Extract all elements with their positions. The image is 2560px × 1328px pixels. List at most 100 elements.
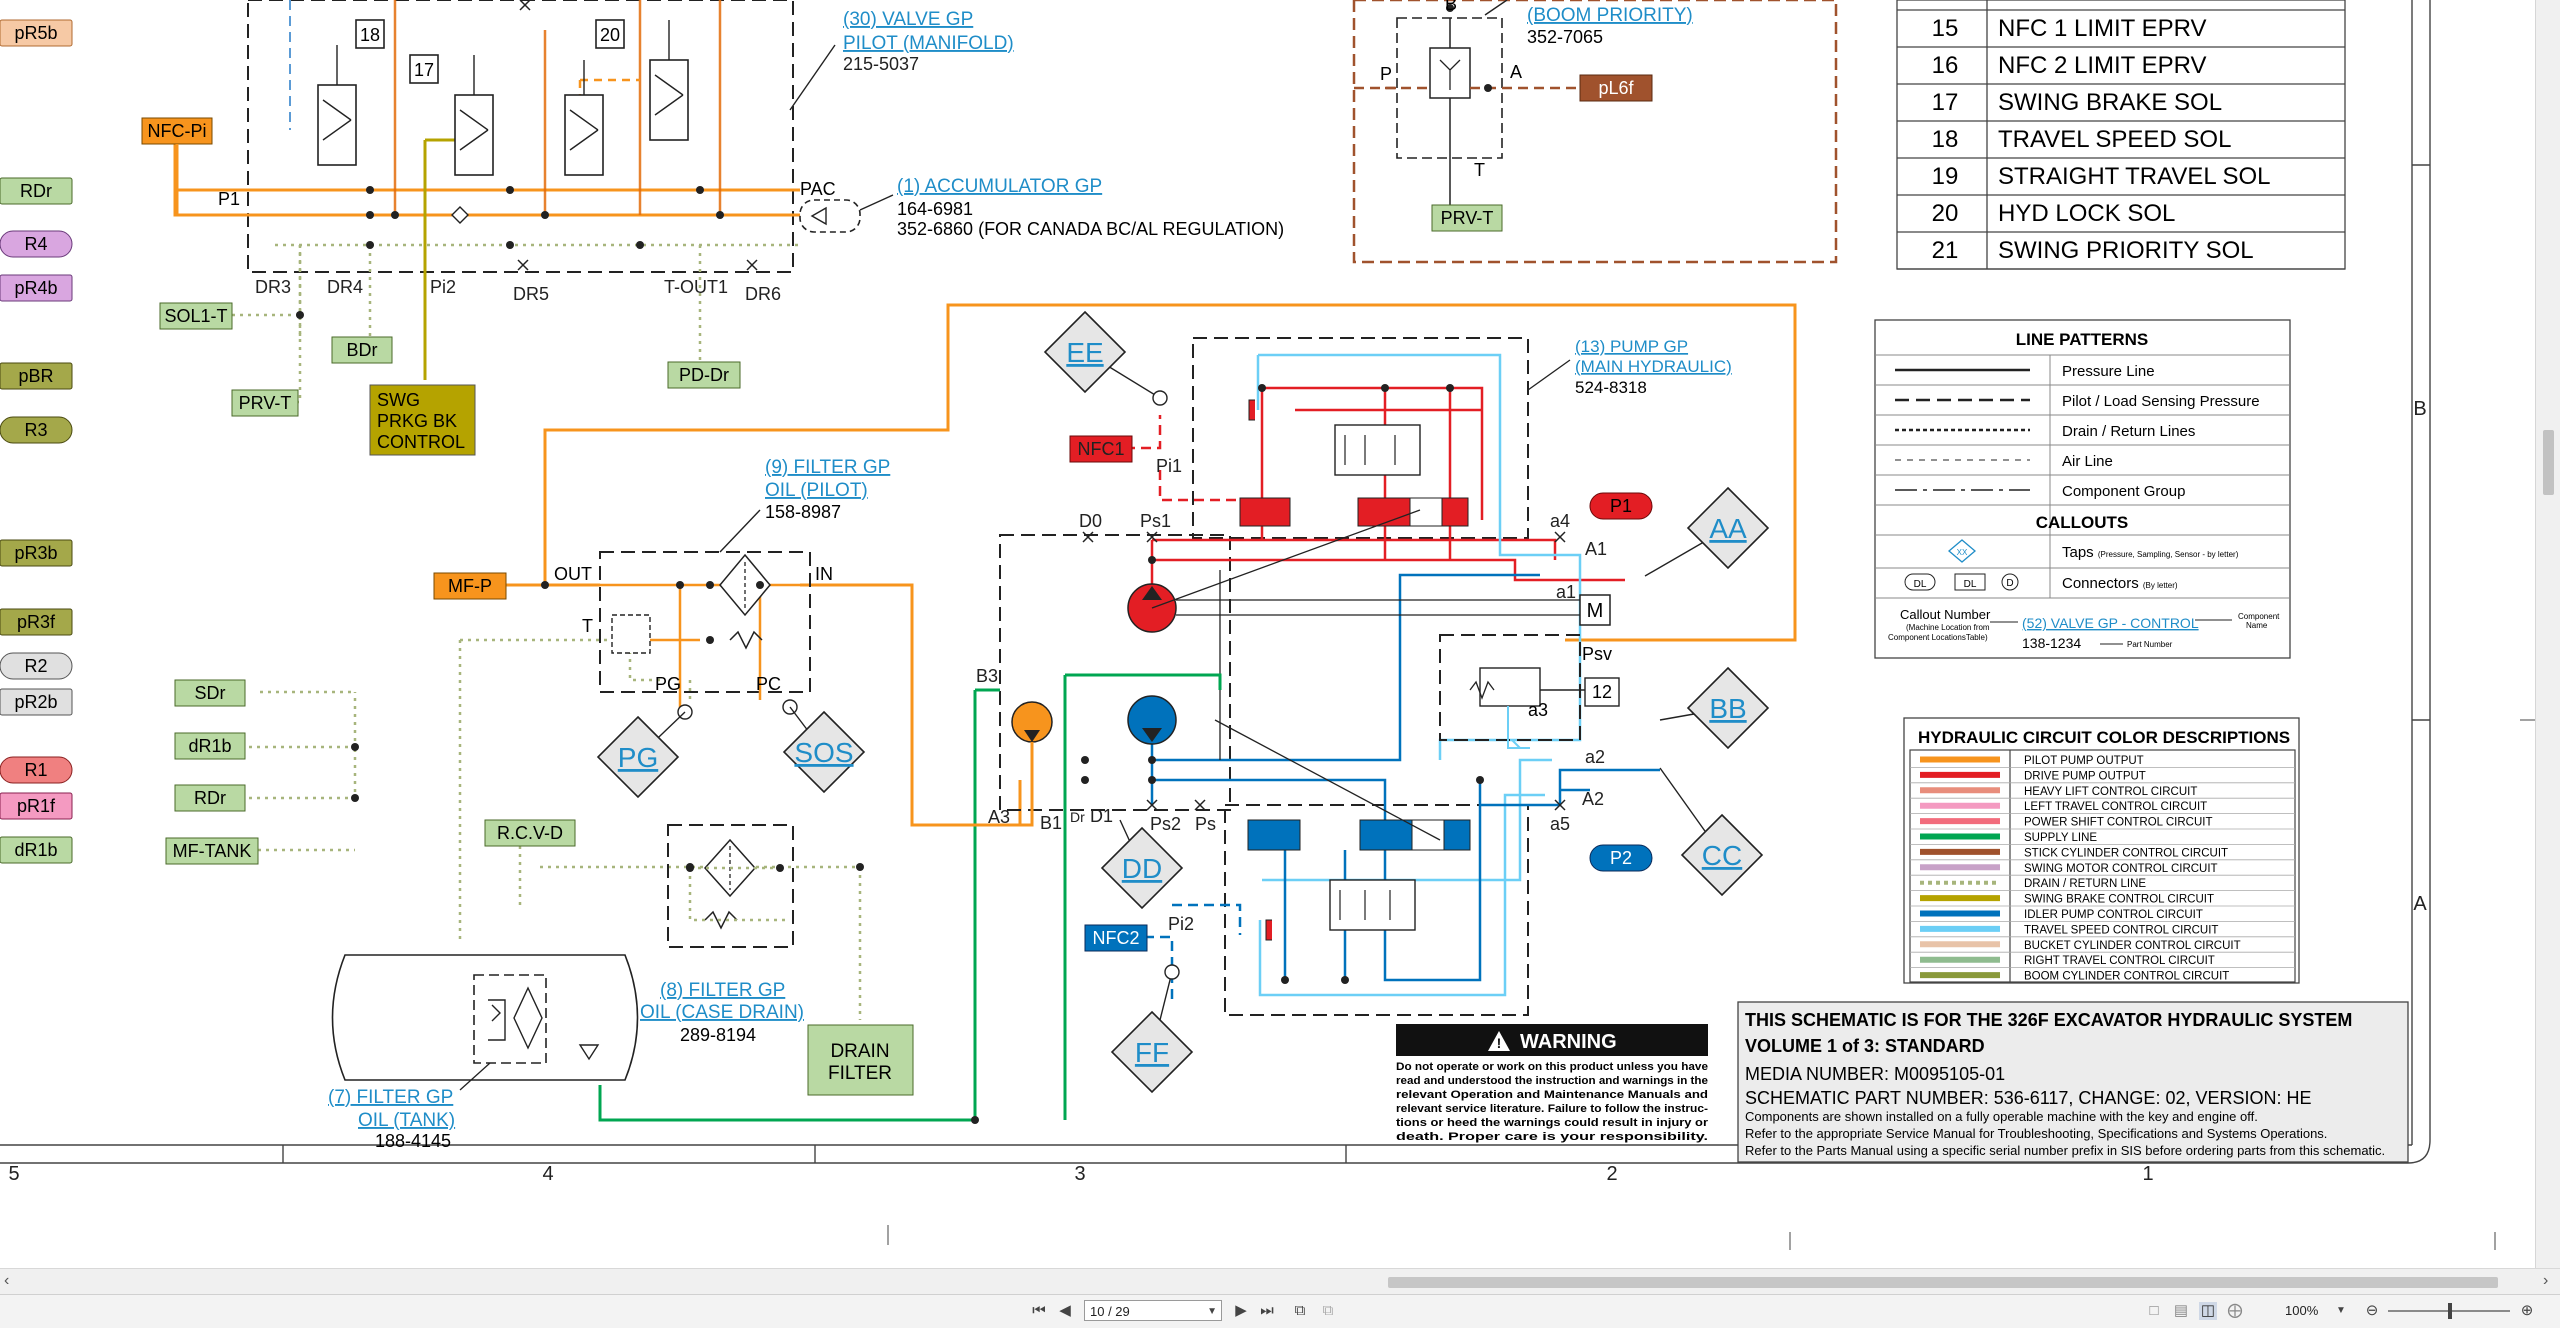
warning-line: Do not operate or work on this product u… — [1396, 1061, 1708, 1073]
pac-port-label: PAC — [800, 179, 836, 199]
swg-label-2: PRKG BK — [377, 411, 457, 431]
grid-col-4: 4 — [542, 1163, 553, 1185]
drain-filter-line-2: FILTER — [828, 1063, 892, 1084]
port-b3: B3 — [976, 666, 998, 686]
valve-pilot-link-2[interactable]: PILOT (MANIFOLD) — [843, 33, 1014, 54]
tap-label[interactable]: AA — [1709, 513, 1747, 544]
callout-sample-link[interactable]: (52) VALVE GP - CONTROL — [2022, 615, 2199, 631]
line-patterns-legend: LINE PATTERNS Pressure Line Pilot / Load… — [1874, 319, 2291, 659]
title-line-1: THIS SCHEMATIC IS FOR THE 326F EXCAVATOR… — [1745, 1010, 2352, 1030]
page-number-input[interactable]: 10 / 29 ▼ — [1084, 1300, 1222, 1321]
title-line-3: MEDIA NUMBER: M0095105-01 — [1745, 1064, 2005, 1084]
drain-tag-label: BDr — [347, 340, 378, 360]
tap-label[interactable]: SOS — [794, 737, 853, 768]
pump-link-2[interactable]: (MAIN HYDRAULIC) — [1575, 357, 1732, 376]
zoom-dropdown-icon[interactable]: ▼ — [2335, 1302, 2347, 1320]
tap-label[interactable]: CC — [1702, 840, 1742, 871]
horizontal-scroll-thumb[interactable] — [1388, 1277, 2498, 1288]
port-dr: Dr — [1070, 809, 1085, 825]
title-line-7: Refer to the Parts Manual using a specif… — [1745, 1143, 2385, 1158]
document-viewport[interactable]: 5 4 3 2 1 B A pR5b RDr R4 pR4b pBR R3 pR3b pR3f… — [0, 0, 2535, 1268]
pattern-component: Component Group — [2062, 483, 2185, 500]
boom-priority-link[interactable]: (BOOM PRIORITY) — [1527, 5, 1693, 26]
color-legend-label: SWING MOTOR CONTROL CIRCUIT — [2024, 863, 2218, 875]
tap-label[interactable]: FF — [1135, 1037, 1169, 1068]
pattern-air: Air Line — [2062, 453, 2113, 470]
port-pi2: Pi2 — [430, 277, 456, 297]
case-drain-filter-group — [667, 824, 794, 948]
port-ps1: Ps1 — [1140, 511, 1171, 531]
left-tag-label: R2 — [24, 656, 47, 676]
callout-taps-note: (Pressure, Sampling, Sensor - by letter) — [2098, 550, 2239, 559]
warning-block: ! WARNING Do not operate or work on this… — [1396, 1024, 1709, 1143]
callout-filter-case[interactable]: (8) FILTER GP OIL (CASE DRAIN) 289-8194 — [640, 980, 804, 1045]
title-line-2: VOLUME 1 of 3: STANDARD — [1745, 1036, 1985, 1056]
next-page-icon[interactable]: ▶ — [1232, 1302, 1250, 1320]
first-page-icon[interactable]: ⏮ — [1030, 1302, 1048, 1320]
single-page-view-icon[interactable]: □ — [2145, 1302, 2163, 1320]
filter-case-link-2[interactable]: OIL (CASE DRAIN) — [640, 1002, 804, 1023]
filter-in-label: IN — [815, 564, 833, 584]
sol-table-name: HYD LOCK SOL — [1998, 200, 2175, 227]
port-a3-small: a3 — [1528, 700, 1548, 720]
tag-nfc1-label: NFC1 — [1077, 439, 1124, 459]
callout-connectors-note: (By letter) — [2143, 581, 2178, 590]
scroll-left-arrow[interactable]: ‹ — [4, 1272, 9, 1290]
paste-page-icon[interactable]: ⧉ — [1318, 1302, 1338, 1320]
chevron-down-icon[interactable]: ▼ — [1207, 1301, 1217, 1322]
color-legend-label: POWER SHIFT CONTROL CIRCUIT — [2024, 817, 2212, 829]
color-legend-label: BOOM CYLINDER CONTROL CIRCUIT — [2024, 971, 2229, 983]
callout-valve-pilot[interactable]: (30) VALVE GP PILOT (MANIFOLD) 215-5037 — [789, 9, 1014, 111]
port-a1-small: a1 — [1556, 582, 1576, 602]
boom-priority-part: 352-7065 — [1527, 27, 1603, 47]
continuous-view-icon[interactable]: ▤ — [2172, 1302, 2190, 1320]
filter-tank-link-2[interactable]: OIL (TANK) — [358, 1110, 455, 1131]
valve-pilot-part: 215-5037 — [843, 54, 919, 74]
callout-accumulator[interactable]: (1) ACCUMULATOR GP 164-6981 352-6860 (FO… — [859, 176, 1284, 239]
zoom-slider-knob[interactable] — [2448, 1303, 2452, 1319]
accumulator-link[interactable]: (1) ACCUMULATOR GP — [897, 176, 1102, 197]
tap-label[interactable]: PG — [618, 742, 658, 773]
port-dr3: DR3 — [255, 277, 291, 297]
filter-pilot-link[interactable]: (9) FILTER GP — [765, 457, 890, 478]
left-tag-label: RDr — [20, 181, 52, 201]
filter-tank-link[interactable]: (7) FILTER GP — [328, 1087, 453, 1108]
split-view-icon[interactable]: ⨁ — [2226, 1302, 2244, 1320]
last-page-icon[interactable]: ⏭ — [1258, 1302, 1276, 1320]
pump-link[interactable]: (13) PUMP GP — [1575, 337, 1688, 356]
filter-pg-label: PG — [655, 674, 681, 694]
tap-label[interactable]: DD — [1122, 853, 1162, 884]
copy-page-icon[interactable]: ⧉ — [1290, 1302, 1310, 1320]
left-tag-label: pR1f — [17, 796, 56, 816]
swing-parking-brake-block[interactable]: SWG PRKG BK CONTROL — [369, 384, 476, 456]
color-legend-label: BUCKET CYLINDER CONTROL CIRCUIT — [2024, 940, 2241, 952]
zoom-in-icon[interactable]: ⊕ — [2518, 1302, 2536, 1320]
filter-case-link[interactable]: (8) FILTER GP — [660, 980, 785, 1001]
port-b1: B1 — [1040, 813, 1062, 833]
solenoid-table: 15 NFC 1 LIMIT EPRV 16 NFC 2 LIMIT EPRV 17 SW… — [1896, 0, 2346, 270]
port-dr6: DR6 — [745, 284, 781, 304]
filter-pilot-link-2[interactable]: OIL (PILOT) — [765, 480, 868, 501]
sol-table-number: 17 — [1932, 89, 1959, 116]
vertical-scrollbar[interactable] — [2535, 0, 2560, 1268]
port-pi1: Pi1 — [1156, 456, 1182, 476]
callout-pump[interactable]: (13) PUMP GP (MAIN HYDRAULIC) 524-8318 — [1527, 337, 1732, 397]
grid-col-2: 2 — [1606, 1163, 1617, 1185]
drain-tag-label: dR1b — [188, 736, 231, 756]
valve-pilot-link[interactable]: (30) VALVE GP — [843, 9, 973, 30]
drain-tag-label: SOL1-T — [164, 306, 227, 326]
part-number-note: Part Number — [2127, 640, 2173, 649]
port-a4: a4 — [1550, 511, 1570, 531]
tap-label[interactable]: BB — [1709, 693, 1746, 724]
horizontal-scrollbar[interactable]: ‹ › — [0, 1268, 2560, 1295]
prev-page-icon[interactable]: ◀ — [1056, 1302, 1074, 1320]
zoom-out-icon[interactable]: ⊖ — [2363, 1302, 2381, 1320]
scroll-right-arrow[interactable]: › — [2543, 1272, 2548, 1290]
facing-view-icon[interactable]: ◫ — [2199, 1302, 2217, 1320]
tap-label[interactable]: EE — [1066, 337, 1103, 368]
tag-nfc-pi-label: NFC-Pi — [148, 121, 207, 141]
vertical-scroll-thumb[interactable] — [2543, 430, 2554, 495]
callout-filter-pilot[interactable]: (9) FILTER GP OIL (PILOT) 158-8987 — [719, 457, 890, 553]
conn-sample-c: D — [2006, 578, 2013, 589]
sol-table-name: NFC 2 LIMIT EPRV — [1998, 52, 2207, 79]
